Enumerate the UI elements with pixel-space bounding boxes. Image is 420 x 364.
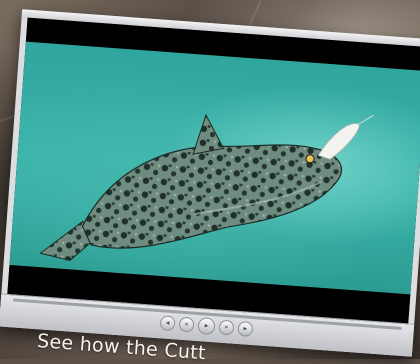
next-icon[interactable]: ▸ bbox=[237, 320, 254, 338]
play-icon[interactable]: ▸ bbox=[197, 317, 216, 336]
fish-eye bbox=[305, 154, 315, 164]
halibut-image bbox=[39, 113, 374, 261]
forward-icon[interactable]: » bbox=[218, 319, 235, 336]
control-buttons: ◂ « ▸ » ▸ bbox=[159, 315, 254, 338]
video-frame[interactable] bbox=[7, 17, 420, 325]
fishing-line bbox=[358, 114, 374, 125]
fishing-lure bbox=[317, 123, 360, 160]
previous-icon[interactable]: ◂ bbox=[159, 315, 176, 332]
rewind-icon[interactable]: « bbox=[178, 316, 195, 333]
video-player[interactable]: ◂ « ▸ » ▸ bbox=[0, 9, 420, 357]
